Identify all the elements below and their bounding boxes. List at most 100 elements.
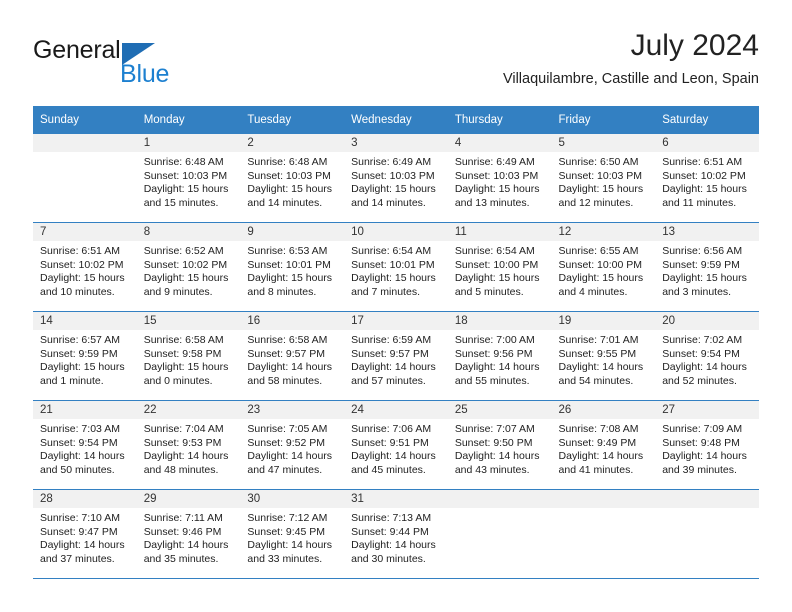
sunset-text: Sunset: 9:51 PM — [351, 436, 429, 449]
daylight-text-line2: and 7 minutes. — [351, 285, 420, 298]
daylight-text-line1: Daylight: 15 hours — [247, 183, 333, 196]
day-cell-inner: 25 Sunrise: 7:07 AM Sunset: 9:50 PM Dayligh… — [447, 401, 552, 489]
calendar-day-cell[interactable]: 15 Sunrise: 6:58 AM Sunset: 9:58 PM Dayligh… — [136, 311, 241, 401]
day-cell-inner: 27 Sunrise: 7:09 AM Sunset: 9:48 PM Dayligh… — [655, 401, 759, 489]
day-details: Sunrise: 6:51 AM Sunset: 10:02 PM Daylight… — [655, 152, 759, 210]
daylight-text-line2: and 33 minutes. — [247, 552, 323, 565]
day-details: Sunrise: 6:50 AM Sunset: 10:03 PM Daylight… — [552, 152, 656, 210]
sunrise-text: Sunrise: 7:03 AM — [40, 423, 120, 435]
calendar-day-cell[interactable]: 6 Sunrise: 6:51 AM Sunset: 10:02 PM Dayligh… — [655, 134, 759, 223]
calendar-day-cell[interactable]: 21 Sunrise: 7:03 AM Sunset: 9:54 PM Dayligh… — [33, 400, 137, 490]
calendar-day-cell[interactable]: 25 Sunrise: 7:07 AM Sunset: 9:50 PM Dayligh… — [447, 400, 552, 490]
calendar-day-cell[interactable]: 11 Sunrise: 6:54 AM Sunset: 10:00 PM Daylig… — [447, 222, 552, 312]
calendar-day-cell[interactable]: 22 Sunrise: 7:04 AM Sunset: 9:53 PM Dayligh… — [136, 400, 241, 490]
calendar-grid: Sunday Monday Tuesday Wednesday Thursday… — [33, 106, 759, 579]
day-details: Sunrise: 6:59 AM Sunset: 9:57 PM Daylight:… — [344, 330, 448, 388]
calendar-day-cell[interactable]: 16 Sunrise: 6:58 AM Sunset: 9:57 PM Dayligh… — [240, 311, 345, 401]
day-number: 31 — [344, 490, 448, 508]
sunrise-text: Sunrise: 6:58 AM — [247, 334, 328, 346]
logo-text-general: General — [33, 36, 121, 64]
sunrise-text: Sunrise: 7:06 AM — [351, 423, 432, 435]
sunrise-text: Sunrise: 6:49 AM — [351, 156, 432, 168]
weekday-header-wednesday: Wednesday — [344, 106, 448, 134]
sunrise-text: Sunrise: 6:54 AM — [454, 245, 535, 257]
calendar-day-cell[interactable]: 4 Sunrise: 6:49 AM Sunset: 10:03 PM Dayligh… — [447, 134, 552, 223]
calendar-day-cell[interactable]: 23 Sunrise: 7:05 AM Sunset: 9:52 PM Dayligh… — [240, 400, 345, 490]
sunset-text: Sunset: 10:03 PM — [454, 169, 539, 182]
day-cell-inner: 16 Sunrise: 6:58 AM Sunset: 9:57 PM Dayligh… — [240, 312, 345, 400]
day-details: Sunrise: 6:54 AM Sunset: 10:01 PM Daylight… — [344, 241, 448, 299]
sunset-text: Sunset: 9:50 PM — [454, 436, 533, 449]
daylight-text-line1: Daylight: 14 hours — [351, 539, 436, 552]
sunrise-text: Sunrise: 6:57 AM — [40, 334, 120, 346]
calendar-day-cell[interactable]: 18 Sunrise: 7:00 AM Sunset: 9:56 PM Dayligh… — [447, 311, 552, 401]
calendar-day-cell[interactable]: 2 Sunrise: 6:48 AM Sunset: 10:03 PM Dayligh… — [240, 134, 345, 223]
calendar-day-cell[interactable]: 20 Sunrise: 7:02 AM Sunset: 9:54 PM Dayligh… — [655, 311, 759, 401]
sunrise-text: Sunrise: 6:51 AM — [662, 156, 743, 168]
calendar-day-cell — [33, 134, 137, 223]
daylight-text-line1: Daylight: 15 hours — [558, 183, 644, 196]
day-cell-inner: 4 Sunrise: 6:49 AM Sunset: 10:03 PM Dayligh… — [447, 134, 552, 222]
calendar-day-cell[interactable]: 27 Sunrise: 7:09 AM Sunset: 9:48 PM Dayligh… — [655, 400, 759, 490]
sunrise-text: Sunrise: 7:01 AM — [558, 334, 639, 346]
calendar-day-cell[interactable]: 9 Sunrise: 6:53 AM Sunset: 10:01 PM Dayligh… — [240, 222, 345, 312]
weekday-header-tuesday: Tuesday — [240, 106, 345, 134]
day-number: 9 — [240, 223, 345, 241]
day-number — [551, 490, 656, 508]
calendar-day-cell[interactable]: 10 Sunrise: 6:54 AM Sunset: 10:01 PM Daylig… — [344, 222, 448, 312]
daylight-text-line1: Daylight: 15 hours — [662, 183, 747, 196]
calendar-day-cell[interactable]: 29 Sunrise: 7:11 AM Sunset: 9:46 PM Dayligh… — [136, 489, 241, 579]
sunrise-text: Sunrise: 6:48 AM — [247, 156, 328, 168]
calendar-day-cell[interactable]: 14 Sunrise: 6:57 AM Sunset: 9:59 PM Dayligh… — [33, 311, 137, 401]
calendar-day-cell[interactable]: 5 Sunrise: 6:50 AM Sunset: 10:03 PM Dayligh… — [551, 134, 656, 223]
daylight-text-line1: Daylight: 15 hours — [454, 183, 540, 196]
day-number: 28 — [33, 490, 137, 508]
day-details: Sunrise: 6:52 AM Sunset: 10:02 PM Daylight… — [137, 241, 241, 299]
day-number: 22 — [136, 401, 241, 419]
calendar-day-cell[interactable]: 28 Sunrise: 7:10 AM Sunset: 9:47 PM Dayligh… — [33, 489, 137, 579]
sunrise-text: Sunrise: 7:12 AM — [247, 512, 328, 524]
sunrise-text: Sunrise: 6:59 AM — [351, 334, 432, 346]
sunset-text: Sunset: 9:57 PM — [351, 347, 429, 360]
calendar-day-cell[interactable]: 8 Sunrise: 6:52 AM Sunset: 10:02 PM Dayligh… — [136, 222, 241, 312]
daylight-text-line1: Daylight: 15 hours — [247, 272, 333, 285]
day-details: Sunrise: 7:06 AM Sunset: 9:51 PM Daylight:… — [344, 419, 448, 477]
calendar-day-cell[interactable]: 13 Sunrise: 6:56 AM Sunset: 9:59 PM Dayligh… — [655, 222, 759, 312]
sunset-text: Sunset: 10:03 PM — [143, 169, 228, 182]
daylight-text-line2: and 1 minute. — [40, 374, 104, 387]
sunset-text: Sunset: 10:03 PM — [351, 169, 435, 182]
sunset-text: Sunset: 9:52 PM — [247, 436, 326, 449]
sunset-text: Sunset: 9:45 PM — [247, 525, 326, 538]
daylight-text-line1: Daylight: 14 hours — [40, 539, 125, 552]
calendar-day-cell[interactable]: 17 Sunrise: 6:59 AM Sunset: 9:57 PM Dayligh… — [344, 311, 448, 401]
calendar-day-cell[interactable]: 26 Sunrise: 7:08 AM Sunset: 9:49 PM Dayligh… — [551, 400, 656, 490]
daylight-text-line1: Daylight: 14 hours — [454, 361, 540, 374]
calendar-day-cell[interactable]: 1 Sunrise: 6:48 AM Sunset: 10:03 PM Dayligh… — [136, 134, 241, 223]
calendar-week-row: 21 Sunrise: 7:03 AM Sunset: 9:54 PM Dayligh… — [33, 400, 759, 490]
day-details: Sunrise: 6:54 AM Sunset: 10:00 PM Daylight… — [448, 241, 552, 299]
sunrise-text: Sunrise: 6:48 AM — [143, 156, 224, 168]
day-details: Sunrise: 6:56 AM Sunset: 9:59 PM Daylight:… — [655, 241, 759, 299]
calendar-day-cell[interactable]: 30 Sunrise: 7:12 AM Sunset: 9:45 PM Dayligh… — [240, 489, 345, 579]
sunset-text: Sunset: 9:54 PM — [40, 436, 118, 449]
day-cell-inner: 15 Sunrise: 6:58 AM Sunset: 9:58 PM Dayligh… — [136, 312, 241, 400]
daylight-text-line1: Daylight: 15 hours — [143, 272, 229, 285]
calendar-day-cell[interactable]: 19 Sunrise: 7:01 AM Sunset: 9:55 PM Dayligh… — [551, 311, 656, 401]
general-blue-logo[interactable]: General Blue — [33, 36, 253, 94]
day-cell-inner: 6 Sunrise: 6:51 AM Sunset: 10:02 PM Dayligh… — [655, 134, 759, 222]
day-details: Sunrise: 6:48 AM Sunset: 10:03 PM Daylight… — [240, 152, 344, 210]
calendar-day-cell[interactable]: 12 Sunrise: 6:55 AM Sunset: 10:00 PM Daylig… — [551, 222, 656, 312]
calendar-day-cell[interactable]: 3 Sunrise: 6:49 AM Sunset: 10:03 PM Dayligh… — [344, 134, 448, 223]
day-cell-inner: 13 Sunrise: 6:56 AM Sunset: 9:59 PM Dayligh… — [655, 223, 759, 311]
page-title: July 2024 — [630, 29, 759, 62]
calendar-day-cell[interactable]: 24 Sunrise: 7:06 AM Sunset: 9:51 PM Dayligh… — [344, 400, 448, 490]
day-cell-inner: 19 Sunrise: 7:01 AM Sunset: 9:55 PM Dayligh… — [551, 312, 656, 400]
day-details: Sunrise: 6:48 AM Sunset: 10:03 PM Daylight… — [137, 152, 241, 210]
day-number: 17 — [344, 312, 448, 330]
sunrise-text: Sunrise: 7:04 AM — [143, 423, 224, 435]
day-details: Sunrise: 6:49 AM Sunset: 10:03 PM Daylight… — [344, 152, 448, 210]
calendar-day-cell[interactable]: 7 Sunrise: 6:51 AM Sunset: 10:02 PM Dayligh… — [33, 222, 137, 312]
day-number: 5 — [551, 134, 656, 152]
calendar-day-cell[interactable]: 31 Sunrise: 7:13 AM Sunset: 9:44 PM Dayligh… — [344, 489, 448, 579]
weekday-header-thursday: Thursday — [447, 106, 552, 134]
